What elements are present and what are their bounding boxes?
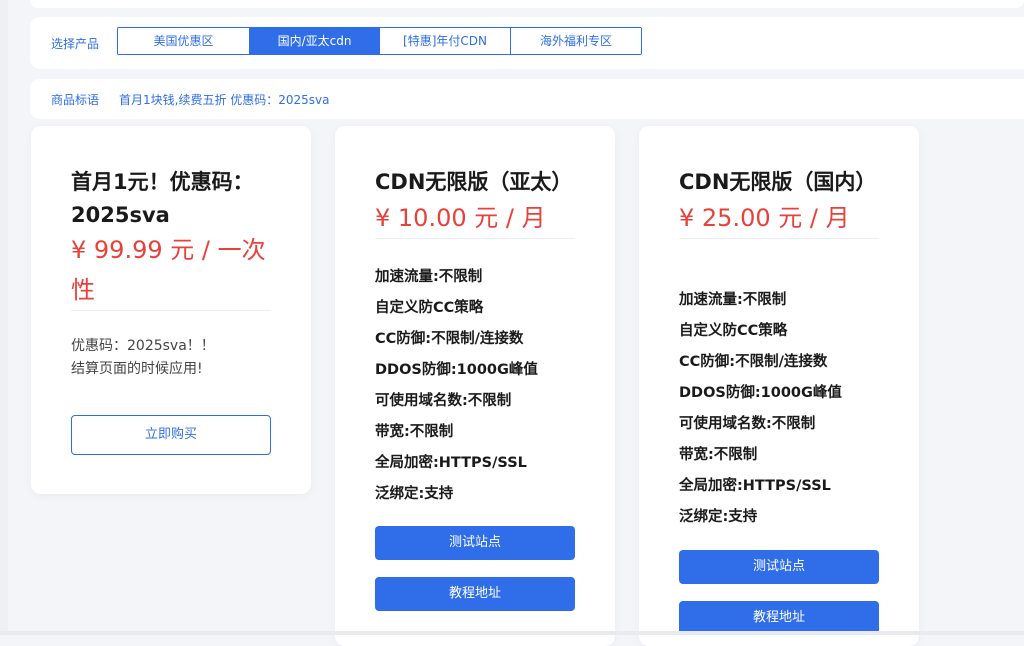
- feature-item: 可使用域名数:不限制: [679, 416, 816, 432]
- tab-domestic-apac-cdn[interactable]: 国内/亚太cdn: [249, 28, 379, 54]
- feature-list: 加速流量:不限制 自定义防CC策略 CC防御:不限制/连接数 DDOS防御:10…: [375, 262, 585, 510]
- feature-item: 可使用域名数:不限制: [375, 393, 512, 409]
- tutorial-button[interactable]: 教程地址: [679, 601, 879, 635]
- product-tagline-panel: 商品标语 首月1块钱,续费五折 优惠码：2025sva: [30, 79, 1024, 119]
- card-divider: [71, 310, 271, 311]
- card-title-line1: 首月1元！优惠码：: [71, 170, 254, 194]
- feature-item: 自定义防CC策略: [375, 300, 484, 316]
- test-site-button[interactable]: 测试站点: [375, 526, 575, 560]
- product-card-promo: 首月1元！优惠码： 2025sva ¥ 99.99 元 / 一次 性 优惠码：2…: [31, 126, 311, 494]
- feature-item: 自定义防CC策略: [679, 323, 788, 339]
- feature-item: CC防御:不限制/连接数: [679, 354, 828, 370]
- feature-item: 泛绑定:支持: [679, 509, 758, 525]
- tab-us-discount[interactable]: 美国优惠区: [118, 28, 249, 54]
- tagline-text: 首月1块钱,续费五折 优惠码：2025sva: [119, 93, 330, 107]
- feature-item: 全局加密:HTTPS/SSL: [679, 478, 831, 494]
- feature-item: 带宽:不限制: [375, 424, 454, 440]
- card-title: CDN无限版（国内）: [679, 170, 877, 194]
- feature-list: 加速流量:不限制 自定义防CC策略 CC防御:不限制/连接数 DDOS防御:10…: [679, 285, 889, 533]
- card-title-line2: 2025sva: [71, 203, 170, 227]
- top-panel-edge: [30, 0, 1024, 8]
- card-divider: [375, 238, 575, 239]
- feature-item: 泛绑定:支持: [375, 486, 454, 502]
- bottom-divider: [0, 631, 1024, 635]
- feature-item: 加速流量:不限制: [679, 292, 787, 308]
- card-note-line1: 优惠码：2025sva！！: [71, 338, 215, 354]
- tab-overseas-welfare[interactable]: 海外福利专区: [510, 28, 641, 54]
- card-price-line1: ¥ 99.99 元 / 一次: [71, 236, 266, 264]
- card-note-line2: 结算页面的时候应用!: [71, 361, 203, 377]
- feature-item: CC防御:不限制/连接数: [375, 331, 524, 347]
- feature-item: 加速流量:不限制: [375, 269, 483, 285]
- card-divider: [679, 238, 879, 239]
- feature-item: 全局加密:HTTPS/SSL: [375, 455, 527, 471]
- product-selector-label: 选择产品: [51, 37, 100, 51]
- card-title: CDN无限版（亚太）: [375, 170, 573, 194]
- feature-item: DDOS防御:1000G峰值: [375, 362, 538, 378]
- tutorial-button[interactable]: 教程地址: [375, 577, 575, 611]
- product-card-apac: CDN无限版（亚太） ¥ 10.00 元 / 月 加速流量:不限制 自定义防CC…: [335, 126, 615, 646]
- tagline-label: 商品标语: [51, 93, 100, 107]
- product-selector-panel: 选择产品 美国优惠区 国内/亚太cdn [特惠]年付CDN 海外福利专区: [30, 17, 1024, 69]
- feature-item: DDOS防御:1000G峰值: [679, 385, 842, 401]
- product-tabs: 美国优惠区 国内/亚太cdn [特惠]年付CDN 海外福利专区: [117, 27, 642, 55]
- tab-annual-cdn[interactable]: [特惠]年付CDN: [379, 28, 510, 54]
- card-price: ¥ 25.00 元 / 月: [679, 204, 850, 232]
- test-site-button[interactable]: 测试站点: [679, 550, 879, 584]
- card-price: ¥ 10.00 元 / 月: [375, 204, 546, 232]
- buy-now-button[interactable]: 立即购买: [71, 415, 271, 455]
- left-rail: [0, 0, 8, 635]
- card-price-line2: 性: [71, 276, 95, 304]
- feature-item: 带宽:不限制: [679, 447, 758, 463]
- product-card-domestic: CDN无限版（国内） ¥ 25.00 元 / 月 加速流量:不限制 自定义防CC…: [639, 126, 919, 646]
